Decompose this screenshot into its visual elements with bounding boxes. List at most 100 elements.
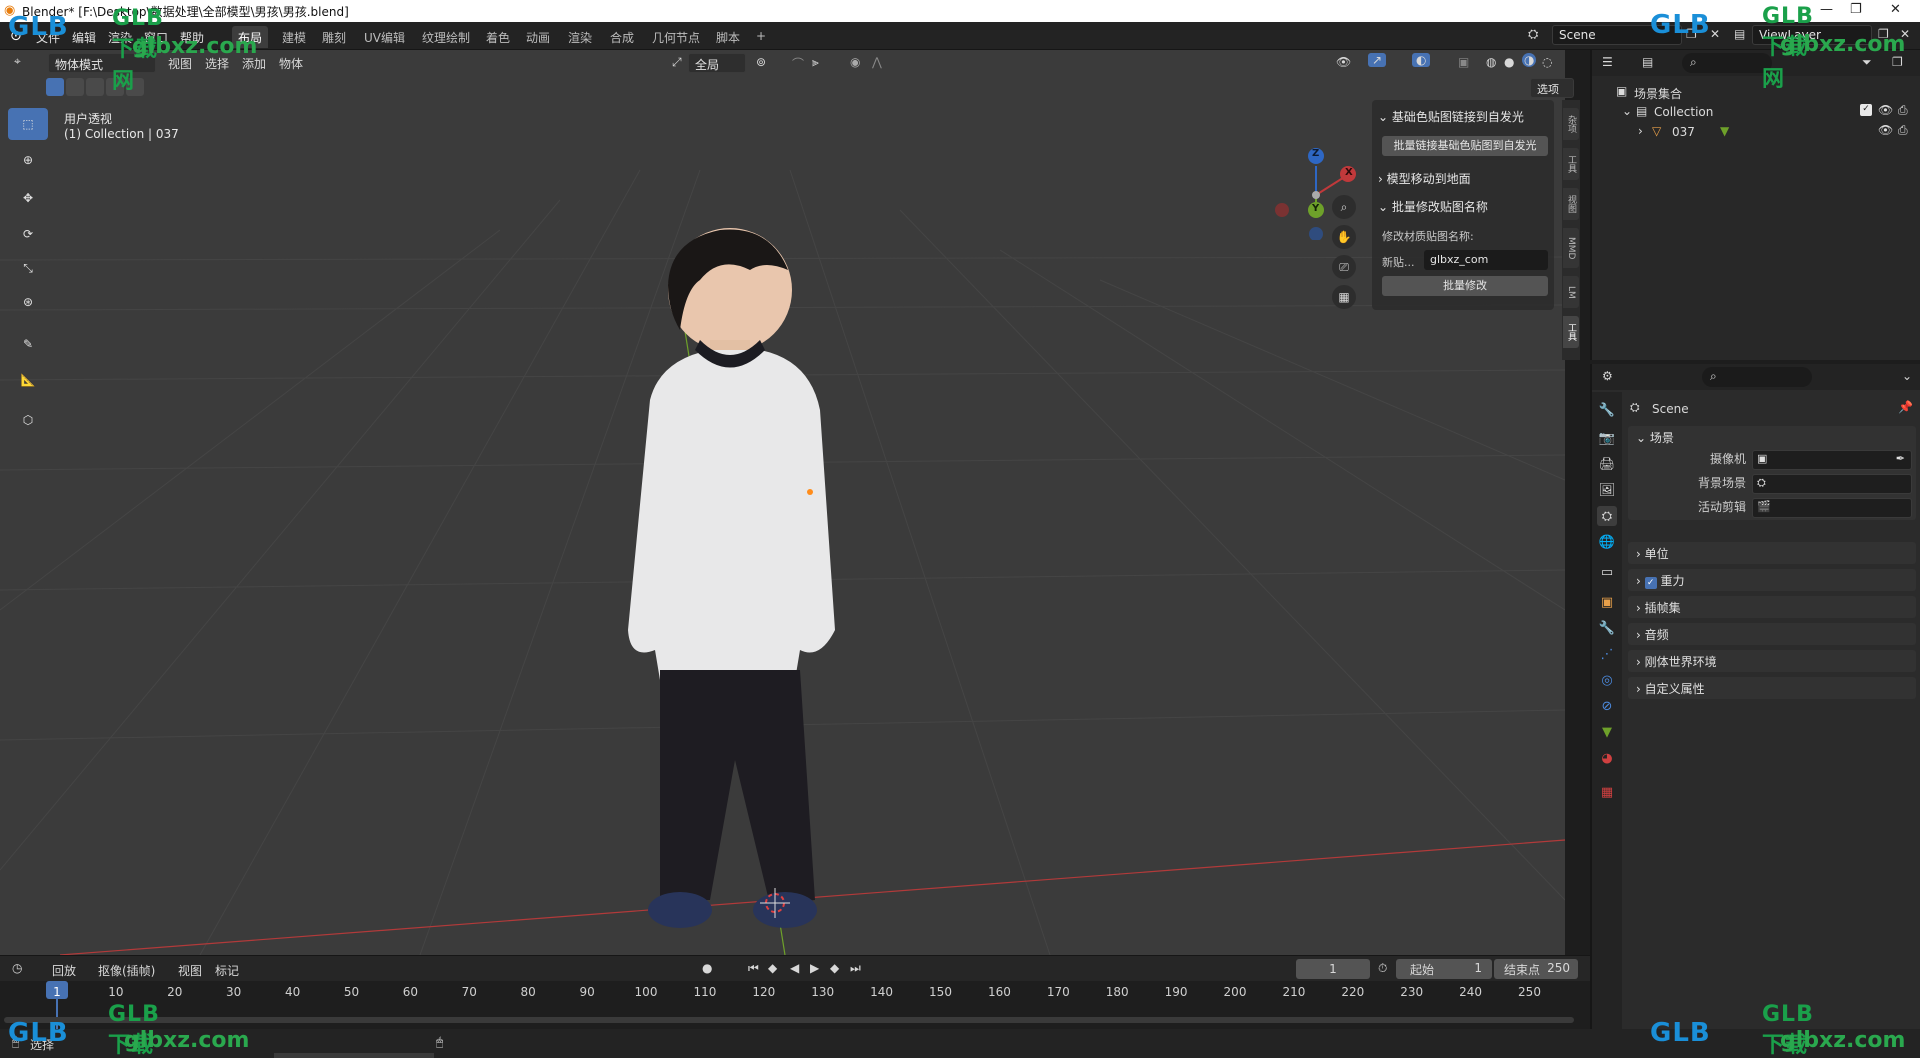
timeline-editor-icon[interactable]: ◷ xyxy=(12,961,22,975)
menu-edit[interactable]: 编辑 xyxy=(72,29,96,46)
section-audio[interactable]: › 音频 xyxy=(1628,623,1916,645)
batch-link-emission-button[interactable]: 批量链接基础色贴图到自发光 xyxy=(1382,136,1548,156)
outliner-editor-icon[interactable]: ☰ xyxy=(1602,55,1613,69)
tab-lm[interactable]: LM xyxy=(1563,276,1579,308)
prev-keyframe-icon[interactable]: ◆ xyxy=(768,961,777,975)
select-subtract-icon[interactable] xyxy=(86,78,104,96)
transform-tool[interactable]: ⊛ xyxy=(8,286,48,318)
navigation-gizmo[interactable]: Z X Y xyxy=(1270,110,1370,241)
next-keyframe-icon[interactable]: ◆ xyxy=(830,961,839,975)
falloff-icon[interactable]: ⋀ xyxy=(872,55,882,69)
constraints-tab-icon[interactable]: ⊘ xyxy=(1597,696,1617,716)
exclude-checkbox[interactable]: ✓ xyxy=(1860,104,1872,116)
display-mode-icon[interactable]: ▤ xyxy=(1642,55,1653,69)
tab-scripting[interactable]: 脚本 xyxy=(710,26,746,48)
add-workspace-button[interactable]: + xyxy=(750,26,772,48)
tab-animation[interactable]: 动画 xyxy=(520,26,556,48)
visibility-icon[interactable]: 👁 xyxy=(1336,55,1351,69)
tab-tool[interactable]: 工具 xyxy=(1563,148,1579,180)
annotate-tool[interactable]: ✎ xyxy=(8,328,48,360)
viewport-menu-object[interactable]: 物体 xyxy=(279,55,303,72)
timeline-menu-keying[interactable]: 抠像(插帧) xyxy=(98,962,155,979)
collection-tab-icon[interactable]: ▭ xyxy=(1597,562,1617,582)
section-scene-header[interactable]: ⌄ 场景 xyxy=(1636,431,1674,445)
editor-type-icon[interactable]: ⌖ xyxy=(14,54,21,69)
outliner-row-scene-collection[interactable]: ▣ 场景集合 xyxy=(1592,82,1920,102)
active-clip-field[interactable]: 🎬 xyxy=(1752,498,1912,518)
jump-start-icon[interactable]: ⏮ xyxy=(748,961,759,976)
snap-icon[interactable]: ⌒ xyxy=(792,55,804,72)
new-collection-icon[interactable]: ❐ xyxy=(1892,55,1903,69)
move-tool[interactable]: ✥ xyxy=(8,182,48,214)
timeline-ruler[interactable]: 1 10 20 30 40 50 60 70 80 90 100 110 120 130 140 150 160… xyxy=(0,981,1590,1001)
timeline-menu-marker[interactable]: 标记 xyxy=(215,962,239,979)
pan-hand-icon[interactable]: ✋ xyxy=(1332,225,1356,249)
camera-render-icon[interactable]: ⎙ xyxy=(1898,103,1908,118)
play-icon[interactable]: ▶ xyxy=(810,961,819,975)
particles-tab-icon[interactable]: ⋰ xyxy=(1597,644,1617,664)
section-custom-properties[interactable]: › 自定义属性 xyxy=(1628,677,1916,699)
gravity-checkbox[interactable]: ✓ xyxy=(1644,577,1657,589)
tab-uv-editing[interactable]: UV编辑 xyxy=(358,26,411,48)
section-emission-link-header[interactable]: ⌄ 基础色贴图链接到自发光 xyxy=(1378,108,1524,128)
output-tab-icon[interactable]: 🖨 xyxy=(1597,454,1617,474)
close-button[interactable]: ✕ xyxy=(1890,2,1901,17)
solid-shading-icon[interactable]: ● xyxy=(1504,55,1514,69)
current-frame-field[interactable]: 1 xyxy=(1296,959,1370,979)
start-frame-field[interactable]: 起始 1 xyxy=(1396,959,1492,979)
minimize-button[interactable]: — xyxy=(1820,2,1833,17)
tab-tools-active[interactable]: 工具 xyxy=(1563,316,1579,348)
wireframe-shading-icon[interactable]: ◍ xyxy=(1486,55,1496,69)
tab-misc[interactable]: 杂项 xyxy=(1563,108,1579,140)
view-layer-icon[interactable]: ▤ xyxy=(1734,27,1745,41)
rotate-tool[interactable]: ⟳ xyxy=(8,218,48,250)
section-rename-header[interactable]: ⌄ 批量修改贴图名称 xyxy=(1378,198,1488,218)
select-extend-icon[interactable] xyxy=(66,78,84,96)
section-move-to-ground-header[interactable]: › 模型移动到地面 xyxy=(1378,170,1471,190)
perspective-grid-icon[interactable]: ▦ xyxy=(1332,285,1356,309)
filter-icon[interactable]: ⏷ xyxy=(1862,55,1872,70)
timeline-menu-playback[interactable]: 回放 xyxy=(52,962,76,979)
properties-search-input[interactable]: ⌕ xyxy=(1702,367,1812,387)
3d-viewport[interactable]: 用户透视 (1) Collection | 037 Z X Y ⌕ ✋ ⎚ ▦ xyxy=(0,50,1565,955)
expand-arrow-icon[interactable]: › xyxy=(1638,124,1643,138)
select-new-icon[interactable] xyxy=(46,78,64,96)
timeline-scrollbar[interactable] xyxy=(4,1017,1574,1023)
record-icon[interactable]: ● xyxy=(702,961,712,975)
section-gravity[interactable]: › ✓ 重力 xyxy=(1628,569,1916,591)
tab-rendering[interactable]: 渲染 xyxy=(562,26,598,48)
modifier-tab-icon[interactable]: 🔧 xyxy=(1597,618,1617,638)
clock-icon[interactable]: ⏱ xyxy=(1378,961,1387,976)
snap-target-icon[interactable]: ⫸ xyxy=(812,55,819,70)
overlay-toggle-icon[interactable]: ◐ xyxy=(1412,53,1431,67)
add-cube-tool[interactable]: ⬡ xyxy=(8,404,48,436)
tool-tab-icon[interactable]: 🔧 xyxy=(1597,400,1617,420)
scale-tool[interactable]: ⤡ xyxy=(8,252,48,284)
object-tab-icon[interactable]: ▣ xyxy=(1597,592,1617,612)
camera-render-icon[interactable]: ⎙ xyxy=(1898,123,1908,138)
mesh-data-icon[interactable]: ▼ xyxy=(1720,124,1729,138)
texture-tab-icon[interactable]: ▦ xyxy=(1597,782,1617,802)
outliner-row-object[interactable]: › ▽ 037 ▼ 👁 ⎙ xyxy=(1592,122,1920,142)
end-frame-field[interactable]: 结束点 250 xyxy=(1494,959,1578,979)
camera-field[interactable]: ▣ ✒ xyxy=(1752,450,1912,470)
tab-compositing[interactable]: 合成 xyxy=(604,26,640,48)
cursor-tool[interactable]: ⊕ xyxy=(8,144,48,176)
material-shading-icon[interactable]: ◑ xyxy=(1522,53,1537,67)
render-tab-icon[interactable]: 📷 xyxy=(1597,428,1617,448)
tab-geometry-nodes[interactable]: 几何节点 xyxy=(646,26,706,48)
gizmo-toggle-icon[interactable]: ↗ xyxy=(1368,53,1387,67)
zoom-icon[interactable]: ⌕ xyxy=(1332,195,1356,219)
outliner-search-input[interactable]: ⌕ xyxy=(1682,53,1772,73)
properties-editor-icon[interactable]: ⚙ xyxy=(1602,369,1613,383)
tab-mmd[interactable]: MMD xyxy=(1563,228,1579,268)
view-layer-tab-icon[interactable]: 🖼 xyxy=(1597,480,1617,500)
maximize-button[interactable]: ❐ xyxy=(1850,2,1862,17)
world-tab-icon[interactable]: 🌐 xyxy=(1597,532,1617,552)
xray-icon[interactable]: ▣ xyxy=(1458,55,1469,69)
background-scene-field[interactable]: ⛭ xyxy=(1752,474,1912,494)
new-name-input[interactable]: glbxz_com xyxy=(1424,250,1548,270)
tab-modeling[interactable]: 建模 xyxy=(276,26,312,48)
eyedropper-icon[interactable]: ✒ xyxy=(1896,452,1905,465)
timeline-menu-view[interactable]: 视图 xyxy=(178,962,202,979)
